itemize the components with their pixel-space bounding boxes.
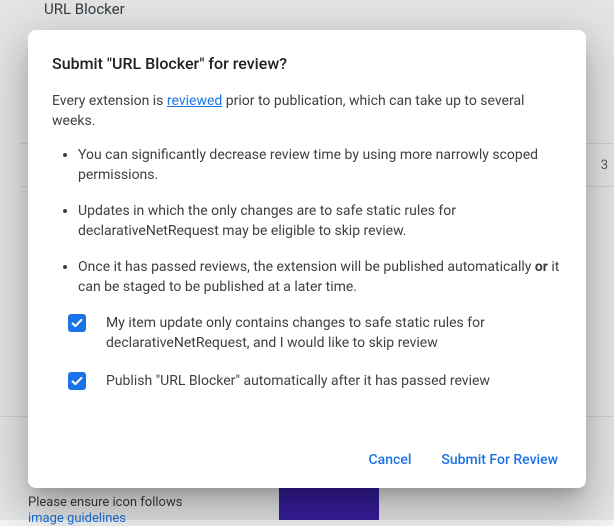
skip-review-checkbox[interactable] <box>68 314 86 332</box>
bullet-3-pre: Once it has passed reviews, the extensio… <box>78 259 535 275</box>
intro-text: Every extension is reviewed prior to pub… <box>52 91 562 131</box>
cancel-button[interactable]: Cancel <box>365 444 416 476</box>
dialog-title: Submit "URL Blocker" for review? <box>52 54 562 73</box>
auto-publish-checkbox-row: Publish "URL Blocker" automatically afte… <box>52 371 562 391</box>
auto-publish-label: Publish "URL Blocker" automatically afte… <box>106 371 490 391</box>
submit-for-review-button[interactable]: Submit For Review <box>437 444 562 476</box>
dialog-body: Every extension is reviewed prior to pub… <box>52 91 562 422</box>
submit-review-dialog: Submit "URL Blocker" for review? Every e… <box>28 30 586 488</box>
reviewed-link[interactable]: reviewed <box>167 93 222 109</box>
skip-review-label: My item update only contains changes to … <box>106 313 562 353</box>
intro-pre: Every extension is <box>52 93 167 109</box>
skip-review-checkbox-row: My item update only contains changes to … <box>52 313 562 353</box>
check-icon <box>70 374 84 388</box>
bullet-3-strong: or <box>535 259 548 275</box>
info-bullets: You can significantly decrease review ti… <box>52 145 562 297</box>
auto-publish-checkbox[interactable] <box>68 372 86 390</box>
check-icon <box>70 316 84 330</box>
bullet-item: You can significantly decrease review ti… <box>78 145 562 185</box>
bullet-item: Updates in which the only changes are to… <box>78 201 562 241</box>
dialog-actions: Cancel Submit For Review <box>52 422 562 476</box>
bullet-item: Once it has passed reviews, the extensio… <box>78 257 562 297</box>
